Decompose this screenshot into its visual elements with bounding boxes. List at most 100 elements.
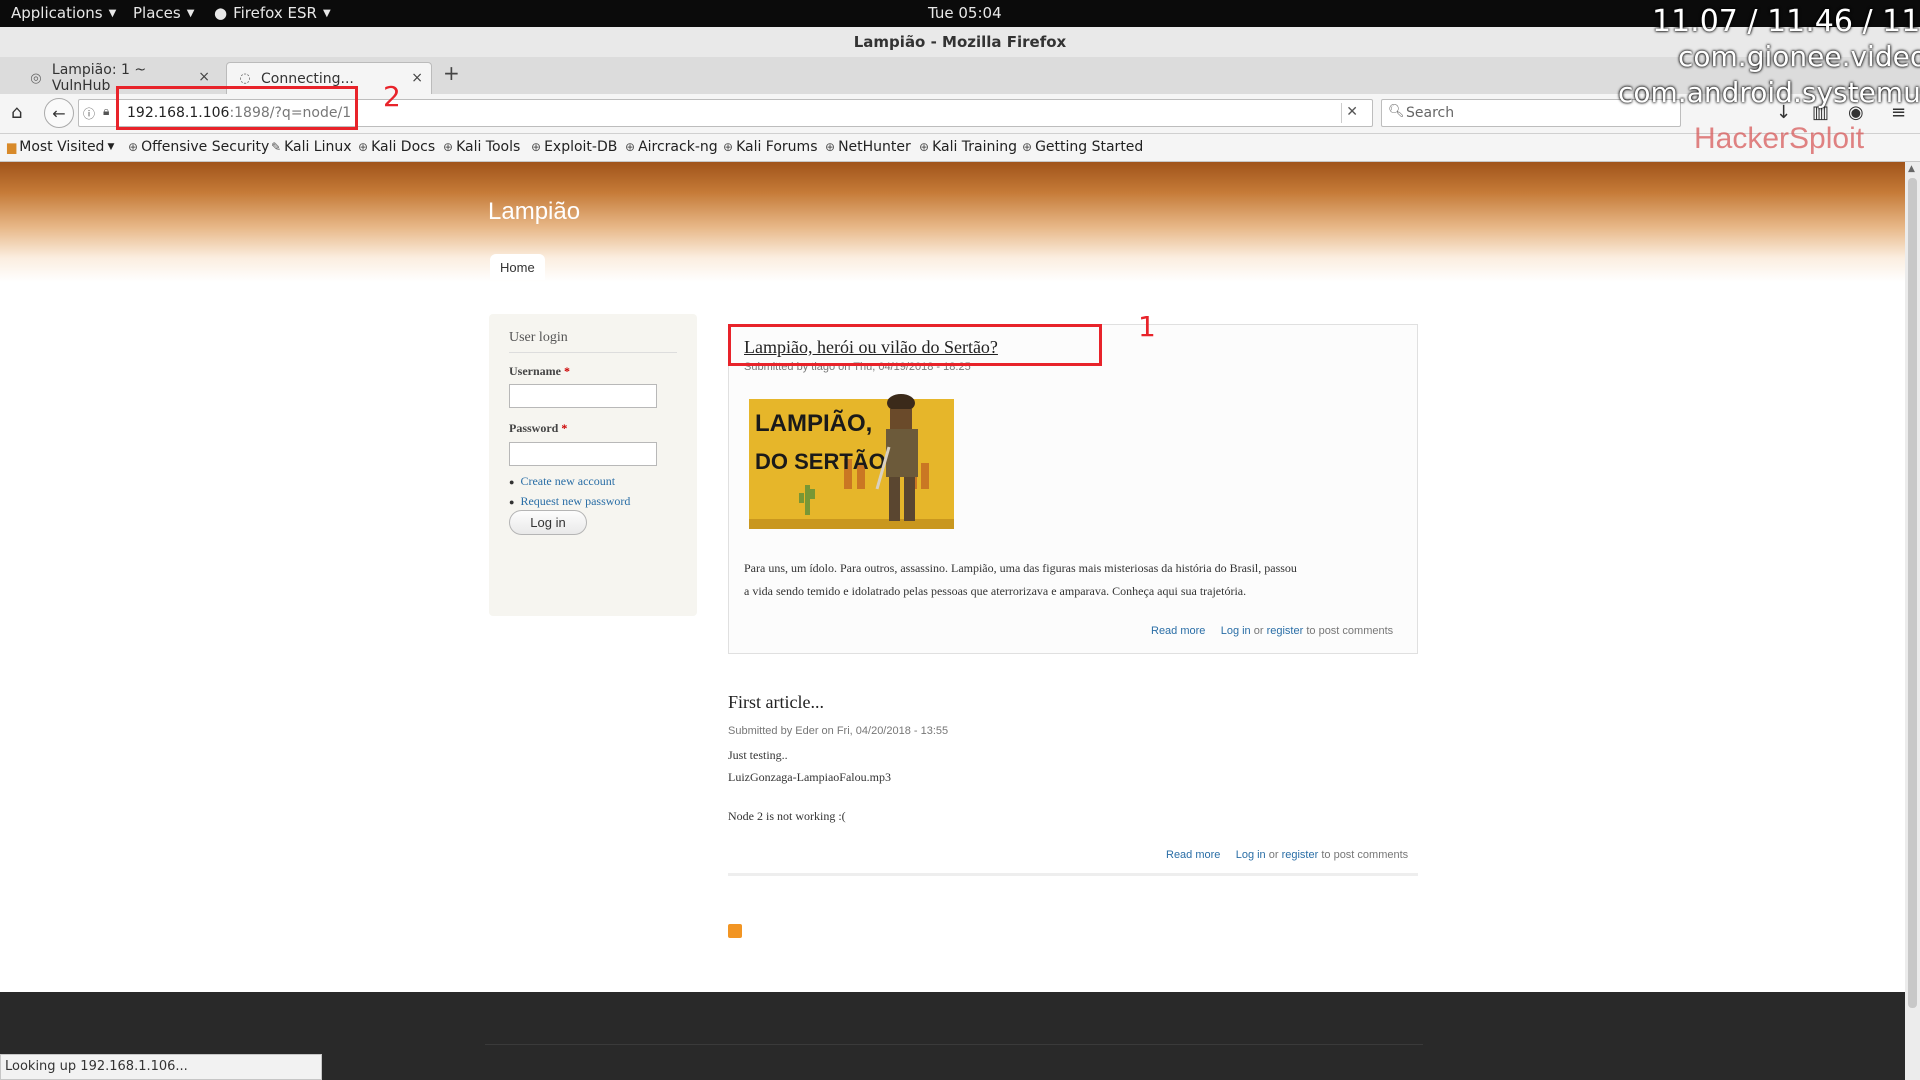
nav-home[interactable]: Home [490, 254, 545, 280]
bookmark-aircrack-ng[interactable]: ⊕ Aircrack-ng [625, 139, 718, 155]
post-comments-text: to post comments [1306, 625, 1394, 637]
bookmark-exploit-db[interactable]: ⊕ Exploit-DB [531, 139, 617, 155]
clear-url-icon[interactable]: ✕ [1346, 104, 1358, 120]
article-body: Para uns, um ídolo. Para outros, assassi… [744, 557, 1404, 603]
body-line: a vida sendo temido e idolatrado pelas p… [744, 584, 1247, 598]
password-field[interactable] [509, 442, 657, 466]
register-link[interactable]: register [1267, 625, 1304, 637]
places-menu[interactable]: Places ▼ [133, 4, 194, 22]
register-link[interactable]: register [1282, 849, 1319, 861]
places-label: Places [133, 4, 181, 22]
clock[interactable]: Tue 05:04 [928, 4, 1002, 22]
required-mark: * [561, 421, 568, 435]
required-mark: * [563, 364, 570, 378]
username-label-text: Username [509, 364, 561, 378]
username-field[interactable] [509, 384, 657, 408]
bookmark-kali-linux[interactable]: ✎ Kali Linux [271, 139, 352, 155]
globe-icon: ◎ [30, 70, 42, 86]
bookmarks-toolbar: ▆ Most Visited ▼ ⊕ Offensive Security ✎ Kali… [0, 134, 1920, 162]
hackersploit-watermark: HackerSploit [1694, 122, 1865, 155]
chevron-down-icon: ▼ [107, 142, 115, 152]
site-name[interactable]: Lampião [488, 198, 580, 226]
or-text: or [1268, 849, 1279, 861]
system-top-bar: Applications ▼ Places ▼ ● Firefox ESR ▼ … [0, 0, 1920, 27]
back-button[interactable]: ← [44, 98, 74, 128]
bookmark-offensive-security[interactable]: ⊕ Offensive Security [128, 139, 269, 155]
globe-icon: ⊕ [443, 140, 454, 154]
bookmark-label: Kali Linux [284, 139, 352, 155]
password-label: Password * [509, 421, 567, 436]
bookmark-label: Kali Forums [736, 139, 818, 155]
user-login-block: User login Username * Password * ● Create… [489, 314, 697, 616]
poster-text-bottom: DO SERTÃO [755, 449, 886, 474]
bookmark-kali-docs[interactable]: ⊕ Kali Docs [358, 139, 435, 155]
bookmark-kali-training[interactable]: ⊕ Kali Training [919, 139, 1017, 155]
poster-text-top: LAMPIÃO, [755, 409, 872, 437]
divider [1341, 103, 1342, 123]
applications-label: Applications [11, 4, 103, 22]
tab-label: Connecting... [261, 70, 354, 87]
post-comments-text: to post comments [1321, 849, 1409, 861]
read-more-link[interactable]: Read more [1151, 625, 1205, 637]
site-header: Lampião Home [0, 162, 1905, 282]
node-links: Read more Log in or register to post com… [1151, 625, 1393, 637]
globe-icon: ⊕ [358, 140, 369, 154]
bookmark-nethunter[interactable]: ⊕ NetHunter [825, 139, 911, 155]
folder-icon: ▆ [7, 140, 17, 154]
annotation-box-2 [116, 86, 358, 130]
overlay-metrics: 11.07 / 11.46 / 11.1 [1652, 4, 1920, 39]
globe-icon: ⊕ [128, 140, 139, 154]
bookmark-kali-tools[interactable]: ⊕ Kali Tools [443, 139, 520, 155]
chevron-down-icon: ▼ [108, 7, 117, 19]
overlay-line-2: com.gionee.video [1678, 40, 1920, 73]
or-text: or [1253, 625, 1264, 637]
article-title-link[interactable]: First article... [728, 692, 824, 713]
globe-icon: ⊕ [825, 140, 836, 154]
globe-icon: ⊕ [625, 140, 636, 154]
log-in-link[interactable]: Log in [1236, 849, 1266, 861]
annotation-label-2: 2 [383, 80, 401, 113]
plus-icon[interactable]: + [443, 61, 460, 85]
close-icon[interactable]: × [198, 69, 210, 85]
lock-icon: 🔒︎ [103, 104, 110, 118]
scroll-thumb[interactable] [1908, 178, 1917, 1008]
overlay-line-3: com.android.systemui [1618, 76, 1920, 109]
chevron-down-icon: ▼ [322, 7, 331, 19]
kali-icon: ✎ [271, 140, 282, 154]
bookmark-getting-started[interactable]: ⊕ Getting Started [1022, 139, 1143, 155]
scrollbar[interactable]: ▲ [1905, 162, 1920, 1080]
info-icon[interactable]: ⓘ [83, 105, 95, 122]
firefox-app-label: Firefox ESR [233, 4, 317, 22]
firefox-app-menu[interactable]: ● Firefox ESR ▼ [214, 4, 331, 22]
login-button[interactable]: Log in [509, 510, 587, 535]
body-line: Para uns, um ídolo. Para outros, assassi… [744, 561, 1297, 575]
applications-menu[interactable]: Applications ▼ [11, 4, 116, 22]
firefox-icon: ● [214, 4, 228, 22]
submitted-info: Submitted by Eder on Fri, 04/20/2018 - 1… [728, 725, 949, 737]
annotation-box-1 [728, 324, 1102, 366]
scroll-up-icon[interactable]: ▲ [1908, 164, 1915, 174]
bookmark-label: Kali Training [932, 139, 1018, 155]
loading-icon: ◌ [239, 71, 251, 86]
request-password-link[interactable]: ● Request new password [509, 494, 630, 509]
search-icon: 🔍︎ [1388, 104, 1405, 119]
read-more-link[interactable]: Read more [1166, 849, 1220, 861]
node-links: Read more Log in or register to post com… [1166, 849, 1408, 861]
create-account-label: Create new account [520, 474, 616, 488]
bookmark-label: Most Visited [19, 139, 105, 155]
password-label-text: Password [509, 421, 559, 435]
log-in-link[interactable]: Log in [1221, 625, 1251, 637]
rss-icon[interactable] [728, 924, 742, 938]
divider [485, 1044, 1423, 1045]
search-placeholder: Search [1406, 105, 1455, 121]
bookmark-label: Aircrack-ng [638, 139, 718, 155]
annotation-label-1: 1 [1138, 310, 1156, 343]
body-line: LuizGonzaga-LampiaoFalou.mp3 [728, 770, 891, 784]
create-account-link[interactable]: ● Create new account [509, 474, 615, 489]
user-login-title: User login [509, 330, 568, 345]
close-icon[interactable]: × [411, 70, 423, 86]
bookmark-kali-forums[interactable]: ⊕ Kali Forums [723, 139, 818, 155]
home-icon[interactable]: ⌂ [11, 102, 22, 123]
bookmark-most-visited[interactable]: ▆ Most Visited ▼ [7, 139, 114, 155]
status-bar: Looking up 192.168.1.106... [0, 1054, 322, 1080]
